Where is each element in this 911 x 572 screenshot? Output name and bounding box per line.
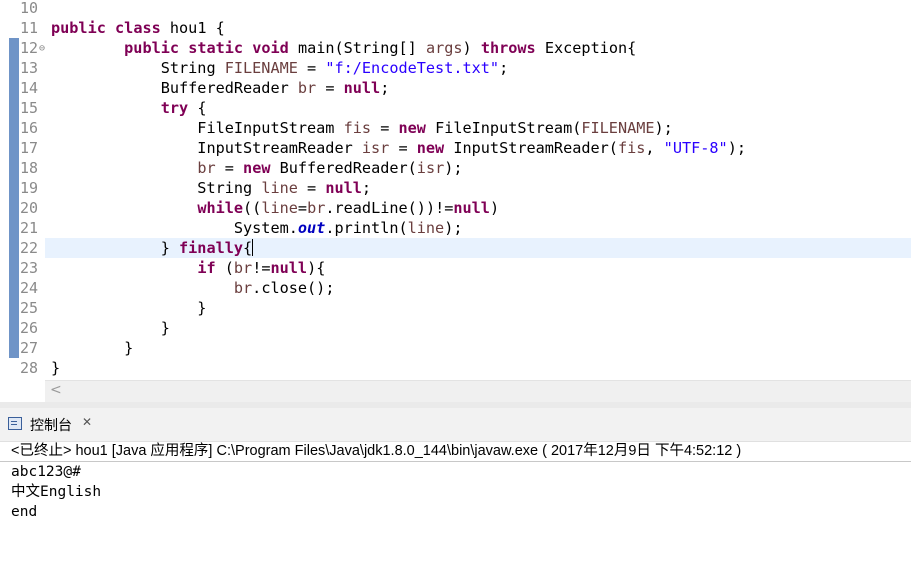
code-line: BufferedReader br = null;: [51, 79, 390, 97]
line-number: 19: [19, 179, 38, 197]
code-line: }: [51, 319, 170, 337]
keyword-token: new: [416, 139, 445, 157]
variable-token: fis: [343, 119, 372, 137]
line-number-gutter: ⊖ 10 11 12 13 14 15 16 17 18 19 20 21 22…: [0, 0, 45, 380]
keyword-token: finally: [179, 239, 244, 257]
line-number: 21: [19, 219, 38, 237]
line-number: 16: [19, 119, 38, 137]
line-number: 22: [19, 239, 38, 257]
line-number: 15: [19, 99, 38, 117]
keyword-token: new: [243, 159, 271, 177]
variable-token: line: [261, 199, 298, 217]
variable-token: isr: [361, 139, 390, 157]
line-number: 18: [19, 159, 38, 177]
variable-token: isr: [416, 159, 445, 177]
line-number: 12: [19, 39, 38, 57]
keyword-token: try: [160, 99, 189, 117]
line-number: 14: [19, 79, 38, 97]
console-output[interactable]: abc123@# 中文English end: [11, 462, 101, 522]
keyword-token: static: [188, 39, 244, 57]
line-number: 28: [19, 359, 38, 377]
code-line: } finally{: [51, 239, 254, 257]
text-cursor: [252, 239, 254, 256]
variable-token: br: [307, 199, 326, 217]
string-literal: "f:/EncodeTest.txt": [325, 59, 500, 77]
variable-token: br: [233, 279, 253, 297]
code-line: }: [51, 299, 207, 317]
keyword-token: while: [197, 199, 244, 217]
variable-token: FILENAME: [224, 59, 298, 77]
keyword-token: void: [252, 39, 289, 57]
variable-token: FILENAME: [581, 119, 655, 137]
keyword-token: null: [325, 179, 362, 197]
code-line: }: [51, 339, 134, 357]
code-line: try {: [160, 99, 207, 117]
close-icon[interactable]: ✕: [82, 415, 92, 429]
line-number: 13: [19, 59, 38, 77]
fold-collapse-icon[interactable]: ⊖: [39, 43, 45, 54]
line-number: 20: [19, 199, 38, 217]
keyword-token: null: [270, 259, 308, 277]
line-number: 24: [19, 279, 38, 297]
code-line: if (br!=null){: [197, 259, 326, 277]
console-output-line: abc123@#: [11, 464, 81, 480]
horizontal-scrollbar[interactable]: <: [45, 380, 911, 403]
code-line: while((line=br.readLine())!=null): [197, 199, 500, 217]
code-line: String FILENAME = "f:/EncodeTest.txt";: [51, 59, 509, 77]
line-number: 23: [19, 259, 38, 277]
tab-console-label: 控制台: [30, 417, 72, 433]
keyword-token: null: [453, 199, 490, 217]
code-line: public class hou1 {: [51, 19, 225, 37]
code-line: public static void main(String[] args) t…: [124, 39, 637, 57]
variable-token: br: [297, 79, 317, 97]
keyword-token: null: [343, 79, 381, 97]
line-number: 17: [19, 139, 38, 157]
line-number: 25: [19, 299, 38, 317]
keyword-token: if: [197, 259, 216, 277]
code-line: br.close();: [233, 279, 335, 297]
keyword-token: public: [51, 19, 106, 37]
scroll-left-arrow-icon[interactable]: <: [50, 382, 62, 398]
code-line: }: [51, 359, 61, 377]
variable-token: args: [425, 39, 463, 57]
line-number: 27: [19, 339, 38, 357]
code-line: InputStreamReader isr = new InputStreamR…: [51, 139, 746, 157]
console-output-line: end: [11, 504, 38, 520]
code-line: System.out.println(line);: [51, 219, 463, 237]
static-field-token: out: [297, 219, 326, 237]
line-number: 11: [19, 19, 38, 37]
console-process-header: <已终止> hou1 [Java 应用程序] C:\Program Files\…: [0, 441, 911, 462]
keyword-token: new: [398, 119, 426, 137]
line-number: 10: [19, 0, 38, 17]
code-editor[interactable]: ⊖ 10 11 12 13 14 15 16 17 18 19 20 21 22…: [0, 0, 911, 380]
console-tab-bar: 控制台 ✕: [0, 408, 911, 442]
keyword-token: public: [124, 39, 180, 57]
console-output-line: 中文English: [11, 484, 102, 500]
code-line: FileInputStream fis = new FileInputStrea…: [51, 119, 673, 137]
variable-token: br: [233, 259, 253, 277]
variable-token: line: [407, 219, 445, 237]
variable-token: fis: [617, 139, 646, 157]
line-number: 26: [19, 319, 38, 337]
code-line: br = new BufferedReader(isr);: [197, 159, 463, 177]
keyword-token: class: [115, 19, 161, 37]
variable-token: line: [261, 179, 298, 197]
keyword-token: throws: [480, 39, 536, 57]
code-line: String line = null;: [51, 179, 372, 197]
string-literal: "UTF-8": [663, 139, 728, 157]
console-view-icon: [8, 417, 22, 430]
variable-token: br: [197, 159, 216, 177]
